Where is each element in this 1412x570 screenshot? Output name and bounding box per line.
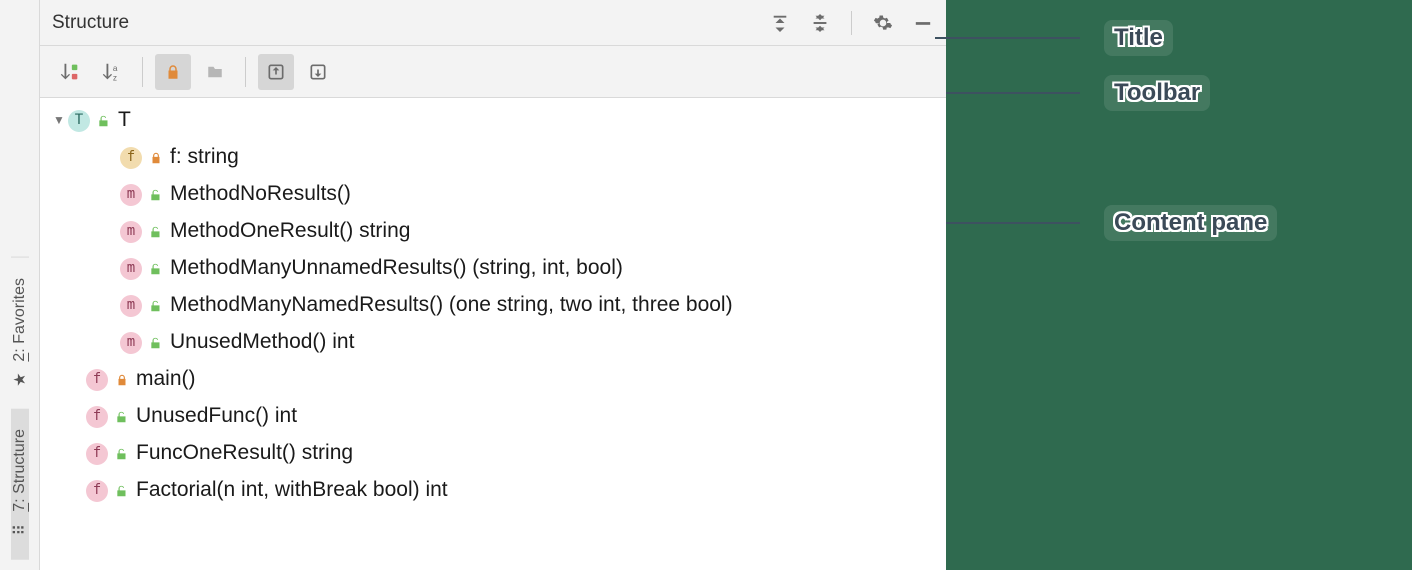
tree-node-func[interactable]: f UnusedFunc() int — [48, 398, 946, 435]
method-badge-icon: m — [120, 258, 142, 280]
tree-node-label: MethodManyNamedResults() (one string, tw… — [170, 288, 733, 323]
tree-node-label: T — [118, 103, 131, 138]
tree-node-func[interactable]: f Factorial(n int, withBreak bool) int — [48, 472, 946, 509]
visibility-public-icon — [114, 409, 130, 425]
tree-node-field[interactable]: f f: string — [48, 139, 946, 176]
separator — [851, 11, 852, 35]
separator — [245, 57, 246, 87]
autoscroll-to-source-button[interactable] — [258, 54, 294, 90]
autoscroll-from-source-button[interactable] — [300, 54, 336, 90]
visibility-public-icon — [96, 113, 112, 129]
tool-window-stripe: ★ 2: Favorites ⠿ 7: Structure — [0, 0, 40, 570]
tree-node-label: MethodNoResults() — [170, 177, 351, 212]
tree-node-label: MethodOneResult() string — [170, 214, 410, 249]
tree-node-label: f: string — [170, 140, 239, 175]
collapse-all-icon[interactable] — [807, 10, 833, 36]
tree-node-label: FuncOneResult() string — [136, 436, 353, 471]
func-badge-icon: f — [86, 369, 108, 391]
callout-title: Title — [935, 20, 1173, 56]
tree-node-func[interactable]: f main() — [48, 361, 946, 398]
method-badge-icon: m — [120, 184, 142, 206]
tree-node-method[interactable]: m UnusedMethod() int — [48, 324, 946, 361]
show-fields-button[interactable] — [197, 54, 233, 90]
type-badge-icon: T — [68, 110, 90, 132]
separator — [142, 57, 143, 87]
structure-tool-window: ★ 2: Favorites ⠿ 7: Structure Structure — [0, 0, 946, 570]
structure-content-pane[interactable]: ▼ T T f f: string m MethodNoResults() — [40, 98, 946, 570]
structure-tree: ▼ T T f f: string m MethodNoResults() — [40, 102, 946, 509]
tree-node-label: MethodManyUnnamedResults() (string, int,… — [170, 251, 623, 286]
visibility-public-icon — [148, 261, 164, 277]
favorites-tool-tab[interactable]: ★ 2: Favorites — [11, 257, 29, 410]
callout-toolbar: Toolbar — [946, 75, 1210, 111]
expand-all-icon[interactable] — [767, 10, 793, 36]
tree-node-label: Factorial(n int, withBreak bool) int — [136, 473, 448, 508]
page-title: Structure — [52, 12, 129, 34]
tree-node-label: UnusedFunc() int — [136, 399, 297, 434]
structure-tool-label: 7: Structure — [11, 429, 29, 512]
svg-text:z: z — [113, 73, 117, 82]
tool-window-titlebar: Structure — [40, 0, 946, 46]
structure-tool-tab[interactable]: ⠿ 7: Structure — [11, 409, 29, 560]
structure-icon: ⠿ — [10, 524, 30, 536]
tree-node-label: UnusedMethod() int — [170, 325, 354, 360]
callout-content: Content pane — [946, 205, 1277, 241]
show-non-public-button[interactable] — [155, 54, 191, 90]
sort-by-visibility-button[interactable] — [52, 54, 88, 90]
visibility-public-icon — [148, 298, 164, 314]
func-badge-icon: f — [86, 443, 108, 465]
tool-window-main: Structure — [40, 0, 946, 570]
svg-text:a: a — [113, 64, 118, 73]
sort-alpha-button[interactable]: az — [94, 54, 130, 90]
tree-node-method[interactable]: m MethodManyUnnamedResults() (string, in… — [48, 250, 946, 287]
visibility-public-icon — [148, 335, 164, 351]
visibility-public-icon — [148, 187, 164, 203]
visibility-public-icon — [114, 483, 130, 499]
tree-node-label: main() — [136, 362, 196, 397]
tree-node-func[interactable]: f FuncOneResult() string — [48, 435, 946, 472]
func-badge-icon: f — [86, 480, 108, 502]
method-badge-icon: m — [120, 295, 142, 317]
visibility-private-icon — [148, 150, 164, 166]
method-badge-icon: m — [120, 332, 142, 354]
tree-node-method[interactable]: m MethodManyNamedResults() (one string, … — [48, 287, 946, 324]
visibility-private-icon — [114, 372, 130, 388]
tree-node-type[interactable]: ▼ T T — [48, 102, 946, 139]
tool-window-toolbar: az — [40, 46, 946, 98]
favorites-tool-label: 2: Favorites — [11, 278, 29, 362]
gear-icon[interactable] — [870, 10, 896, 36]
tree-node-method[interactable]: m MethodOneResult() string — [48, 213, 946, 250]
visibility-public-icon — [114, 446, 130, 462]
visibility-public-icon — [148, 224, 164, 240]
func-badge-icon: f — [86, 406, 108, 428]
minimize-icon[interactable] — [910, 10, 936, 36]
star-icon: ★ — [10, 372, 30, 386]
field-badge-icon: f — [120, 147, 142, 169]
method-badge-icon: m — [120, 221, 142, 243]
expand-toggle-icon[interactable]: ▼ — [50, 111, 68, 131]
tree-node-method[interactable]: m MethodNoResults() — [48, 176, 946, 213]
